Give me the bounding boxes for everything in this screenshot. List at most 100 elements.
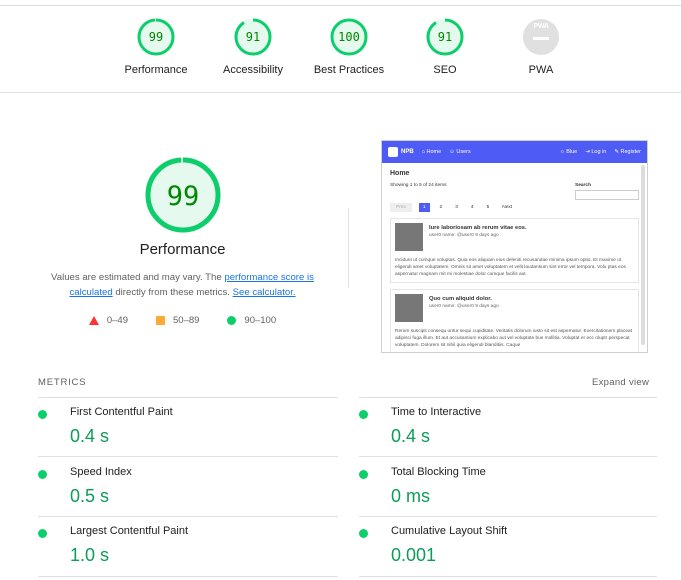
expand-view-toggle[interactable]: Expand view — [592, 377, 649, 388]
pass-circle-icon — [38, 470, 47, 479]
pagination-page-4: 4 — [470, 205, 474, 210]
gauge-performance-score: 99 — [149, 30, 163, 44]
screenshot-showing: Showing 1 to 5 of 24 items — [390, 183, 447, 188]
gauge-seo[interactable]: 91 SEO — [405, 17, 485, 76]
screenshot-post: Quo cum aliquid dolor. user0 name: @user0… — [390, 289, 639, 352]
screenshot-post: Iure laboriosam ab rerum vitae eos. user0… — [390, 218, 639, 283]
performance-gauge-large: 99 — [145, 157, 220, 233]
gauge-best-practices-score: 100 — [338, 30, 360, 44]
screenshot-heading: Home — [390, 170, 410, 177]
final-screenshot[interactable]: NPB ⌂ Home ☺ Users ☼ Blue ⇥ Log in ✎ Reg… — [381, 140, 648, 353]
screenshot-scrollbar — [641, 165, 645, 345]
gauge-best-practices-label: Best Practices — [313, 64, 385, 76]
gauge-seo-score: 91 — [438, 30, 452, 44]
gauge-pwa[interactable]: PWA PWA — [501, 17, 581, 76]
avatar — [395, 223, 423, 251]
metric-value: 0.5 s — [70, 486, 110, 506]
gauge-accessibility-score: 91 — [246, 30, 260, 44]
metric-name: Cumulative Layout Shift — [391, 525, 508, 537]
screenshot-nav-blue-label: Blue — [566, 149, 578, 155]
metric-name: Total Blocking Time — [391, 466, 486, 478]
screenshot-brand: NPB — [388, 147, 414, 157]
screenshot-body: Home Showing 1 to 5 of 24 items Search P… — [382, 163, 647, 352]
pagination-page-3: 3 — [455, 205, 458, 210]
desc-prefix: Values are estimated and may vary. The — [51, 272, 225, 283]
gauge-accessibility-ring: 91 — [234, 18, 272, 56]
pass-circle-icon — [38, 410, 47, 419]
metric-name: Speed Index — [70, 466, 132, 478]
metrics-heading: METRICS — [38, 377, 87, 388]
pagination-next: Next — [502, 205, 513, 210]
post-body: Incidunt ut cumque voluptas. Quia eos al… — [395, 258, 626, 277]
brand-logo-icon — [388, 147, 398, 157]
metric-name: Time to Interactive — [391, 406, 482, 418]
gauge-seo-label: SEO — [433, 64, 457, 76]
avatar — [395, 294, 423, 322]
metric-value: 0.4 s — [391, 426, 431, 446]
screenshot-nav-register-label: Register — [620, 149, 641, 155]
triangle-icon — [88, 316, 99, 325]
post-meta: user0 name: @user0 9 days ago — [429, 304, 499, 309]
post-body: Rerum suscipit consequ untur sequi cupid… — [395, 329, 633, 348]
screenshot-nav-users: ☺ Users — [449, 149, 471, 155]
pagination-page-5: 5 — [486, 205, 490, 210]
screenshot-nav-login-label: Log in — [591, 149, 607, 155]
circle-icon — [227, 316, 237, 325]
screenshot-nav-login: ⇥ Log in — [585, 149, 607, 155]
pass-circle-icon — [359, 529, 368, 538]
pwa-icon-text: PWA — [533, 23, 549, 30]
metric-name: Largest Contentful Paint — [70, 525, 189, 537]
square-icon — [156, 316, 165, 325]
gauge-pwa-label: PWA — [528, 64, 554, 76]
vertical-divider — [348, 208, 349, 288]
gauge-performance-ring: 99 — [137, 18, 175, 56]
performance-section: 99 Performance Values are estimated and … — [30, 155, 335, 326]
post-title: Quo cum aliquid dolor. — [429, 296, 492, 302]
screenshot-search-label: Search — [575, 183, 591, 188]
performance-title: Performance — [139, 241, 226, 258]
gauge-accessibility-label: Accessibility — [223, 64, 283, 76]
pass-circle-icon — [359, 410, 368, 419]
metrics-divider — [38, 456, 338, 457]
pagination-page-1: 1 — [418, 203, 430, 212]
see-calculator-link[interactable]: See calculator. — [233, 287, 296, 298]
post-meta: user0 name: @user0 9 days ago — [429, 233, 499, 238]
metric-value: 0.001 — [391, 545, 437, 565]
pwa-icon-dash — [533, 37, 549, 40]
screenshot-nav-blue: ☼ Blue — [559, 149, 578, 155]
metrics-divider — [359, 576, 657, 577]
metrics-divider — [38, 397, 338, 398]
post-title: Iure laboriosam ab rerum vitae eos. — [429, 225, 527, 231]
gauge-performance[interactable]: 99 Performance — [116, 17, 196, 76]
metrics-divider — [38, 576, 338, 577]
pass-circle-icon — [359, 470, 368, 479]
desc-middle: directly from these metrics. — [112, 287, 233, 298]
gauge-best-practices[interactable]: 100 Best Practices — [309, 17, 389, 76]
metric-name: First Contentful Paint — [70, 406, 173, 418]
gauge-accessibility[interactable]: 91 Accessibility — [213, 17, 293, 76]
legend-average: 50–89 — [156, 315, 199, 326]
gauge-performance-label: Performance — [124, 64, 188, 76]
metrics-divider — [359, 516, 657, 517]
screenshot-search-box — [575, 190, 639, 200]
metrics-divider — [359, 397, 657, 398]
screenshot-pagination: Prev 1 2 3 4 5 Next — [390, 203, 639, 212]
score-legend: 0–49 50–89 90–100 — [30, 315, 335, 326]
screenshot-brand-text: NPB — [401, 149, 414, 155]
legend-pass-range: 90–100 — [244, 315, 277, 326]
legend-fail: 0–49 — [88, 315, 128, 326]
performance-score-large: 99 — [166, 181, 199, 212]
gauge-best-practices-ring: 100 — [330, 18, 368, 56]
screenshot-nav-register: ✎ Register — [614, 149, 641, 155]
pwa-icon: PWA — [523, 19, 559, 55]
screenshot-nav-users-label: Users — [456, 149, 471, 155]
legend-fail-range: 0–49 — [106, 315, 128, 326]
metrics-divider — [38, 516, 338, 517]
pass-circle-icon — [38, 529, 47, 538]
score-summary: 99 Performance 91 Accessibility 100 Best… — [0, 5, 681, 93]
performance-description: Values are estimated and may vary. The p… — [30, 270, 335, 300]
legend-average-range: 50–89 — [173, 315, 200, 326]
gauge-seo-ring: 91 — [426, 18, 464, 56]
metric-value: 0 ms — [391, 486, 431, 506]
screenshot-navbar: NPB ⌂ Home ☺ Users ☼ Blue ⇥ Log in ✎ Reg… — [382, 141, 647, 163]
